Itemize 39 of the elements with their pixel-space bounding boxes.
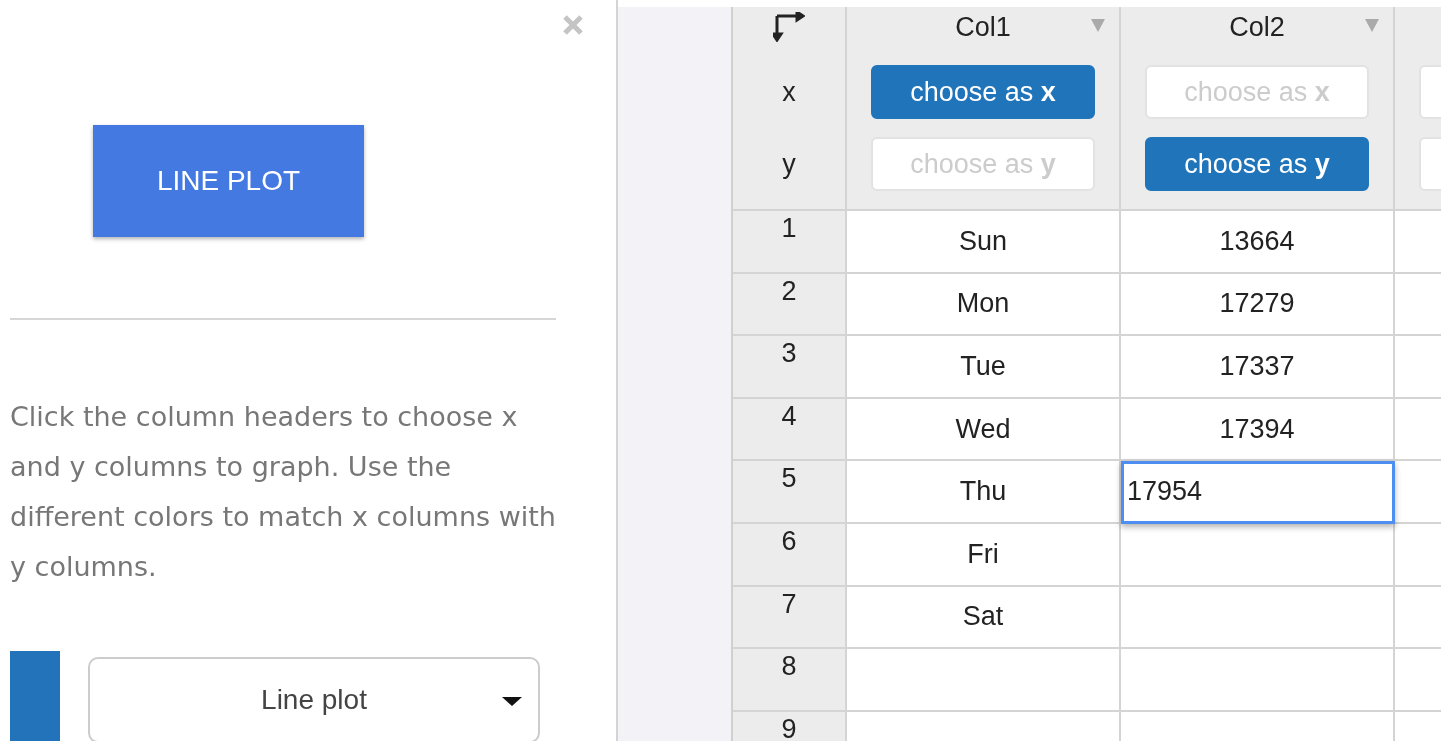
instructions-text: Click the column headers to choose x and y columns to graph. Use the different colors to match x columns with y columns. xyxy=(10,400,557,584)
table-cell[interactable]: 17279 xyxy=(1121,273,1395,337)
close-icon[interactable] xyxy=(562,14,584,36)
dropdown-arrow-icon[interactable] xyxy=(1365,19,1379,32)
caret-icon xyxy=(502,697,522,706)
row-number: 3 xyxy=(733,336,847,399)
table-cell[interactable] xyxy=(1121,523,1395,587)
row-number: 4 xyxy=(733,398,847,462)
row-number: 1 xyxy=(733,211,847,274)
table-cell[interactable]: 17954 xyxy=(1121,461,1395,524)
table-cell[interactable] xyxy=(1121,649,1395,712)
table-cell[interactable]: Sun xyxy=(847,211,1121,274)
column-header[interactable]: Col2 xyxy=(1229,11,1285,43)
dropdown-arrow-icon[interactable] xyxy=(1091,19,1105,32)
row-number: 8 xyxy=(733,649,847,712)
row-number: 9 xyxy=(733,711,847,741)
table-cell[interactable]: Tue xyxy=(847,336,1121,399)
table-cell[interactable]: Mon xyxy=(847,273,1121,337)
table-cell[interactable]: 17394 xyxy=(1121,398,1395,462)
table-cell[interactable]: Wed xyxy=(847,398,1121,462)
table-cell[interactable]: 17337 xyxy=(1121,336,1395,399)
choose-x-button[interactable]: choose as x xyxy=(871,65,1095,119)
table-cell[interactable]: Sat xyxy=(847,586,1121,650)
row-number: 7 xyxy=(733,586,847,650)
row-number: 5 xyxy=(733,461,847,524)
row-number: 6 xyxy=(733,523,847,587)
chart-type-dropdown[interactable]: Line plot xyxy=(88,657,540,741)
transpose-icon[interactable] xyxy=(773,12,805,42)
table-cell[interactable]: 13664 xyxy=(1121,211,1395,274)
table-cell[interactable]: Fri xyxy=(847,523,1121,587)
row-number: 2 xyxy=(733,273,847,337)
table-cell[interactable]: Thu xyxy=(847,461,1121,524)
axis-label: y xyxy=(782,147,796,181)
choose-y-button[interactable]: choose as y xyxy=(1145,137,1369,191)
table-cell[interactable] xyxy=(1121,586,1395,650)
table-cell[interactable] xyxy=(847,649,1121,712)
axis-label: x xyxy=(782,75,796,109)
line-plot-button[interactable]: LINE PLOT xyxy=(93,125,364,237)
column-header[interactable]: Col1 xyxy=(955,11,1011,43)
